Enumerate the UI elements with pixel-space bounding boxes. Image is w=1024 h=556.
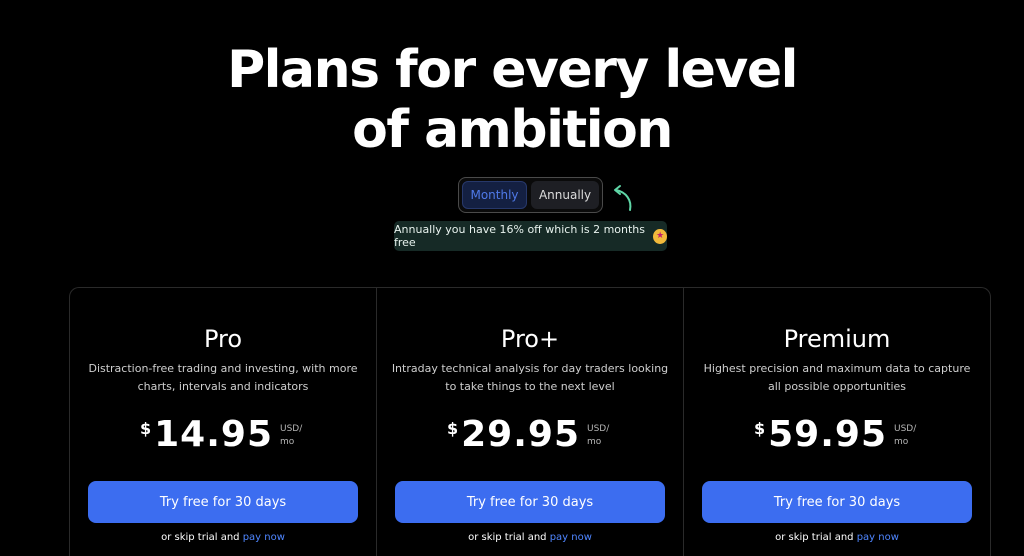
plan-description: Highest precision and maximum data to ca…	[703, 362, 971, 393]
price-unit-period: mo	[587, 437, 602, 447]
price-unit-currency: USD/	[280, 424, 303, 434]
plan-card-pro-plus: Pro+ Intraday technical analysis for day…	[377, 288, 684, 556]
title-line-2: of ambition	[352, 100, 673, 160]
price-unit-period: mo	[894, 437, 909, 447]
pricing-page: Plans for every level of ambition Monthl…	[0, 0, 1024, 556]
plan-description: Intraday technical analysis for day trad…	[391, 362, 669, 393]
price-unit: USD/ mo	[894, 423, 920, 449]
plan-card-premium: Premium Highest precision and maximum da…	[684, 288, 990, 556]
plan-price: $ 29.95 USD/ mo	[377, 414, 683, 456]
currency-symbol: $	[753, 419, 766, 438]
billing-toggle: Monthly Annually	[458, 177, 603, 213]
plan-name: Premium	[783, 325, 891, 353]
page-title: Plans for every level of ambition	[0, 40, 1024, 160]
try-free-button[interactable]: Try free for 30 days	[395, 481, 665, 523]
skip-trial-text: or skip trial and	[775, 532, 854, 543]
savings-text: Annually you have 16% off which is 2 mon…	[394, 223, 645, 249]
star-struck-emoji-icon: ★	[653, 228, 667, 244]
currency-symbol: $	[139, 419, 152, 438]
annually-toggle-button[interactable]: Annually	[531, 181, 599, 209]
plans-grid: Pro Distraction-free trading and investi…	[69, 287, 991, 556]
price-amount: 29.95	[461, 414, 580, 455]
monthly-toggle-button[interactable]: Monthly	[462, 181, 528, 209]
plan-card-pro: Pro Distraction-free trading and investi…	[70, 288, 377, 556]
price-unit-currency: USD/	[587, 424, 610, 434]
plan-price: $ 59.95 USD/ mo	[684, 414, 990, 456]
plan-price: $ 14.95 USD/ mo	[70, 414, 376, 456]
try-free-button[interactable]: Try free for 30 days	[88, 481, 358, 523]
skip-trial-text: or skip trial and	[468, 532, 547, 543]
pay-now-link[interactable]: pay now	[857, 532, 899, 543]
price-amount: 14.95	[154, 414, 273, 455]
plan-name: Pro+	[500, 325, 560, 353]
pay-now-link[interactable]: pay now	[243, 532, 285, 543]
annual-savings-note: Annually you have 16% off which is 2 mon…	[394, 221, 667, 251]
price-amount: 59.95	[768, 414, 887, 455]
skip-trial-line: or skip trial and pay now	[70, 532, 376, 543]
pay-now-link[interactable]: pay now	[550, 532, 592, 543]
try-free-button[interactable]: Try free for 30 days	[702, 481, 972, 523]
plan-description: Distraction-free trading and investing, …	[88, 362, 358, 393]
price-unit: USD/ mo	[280, 423, 306, 449]
price-unit-period: mo	[280, 437, 295, 447]
curved-arrow-icon	[614, 185, 632, 211]
skip-trial-line: or skip trial and pay now	[684, 532, 990, 543]
price-unit: USD/ mo	[587, 423, 613, 449]
title-line-1: Plans for every level	[227, 40, 798, 100]
plan-name: Pro	[203, 325, 243, 353]
skip-trial-text: or skip trial and	[161, 532, 240, 543]
currency-symbol: $	[446, 419, 459, 438]
skip-trial-line: or skip trial and pay now	[377, 532, 683, 543]
price-unit-currency: USD/	[894, 424, 917, 434]
